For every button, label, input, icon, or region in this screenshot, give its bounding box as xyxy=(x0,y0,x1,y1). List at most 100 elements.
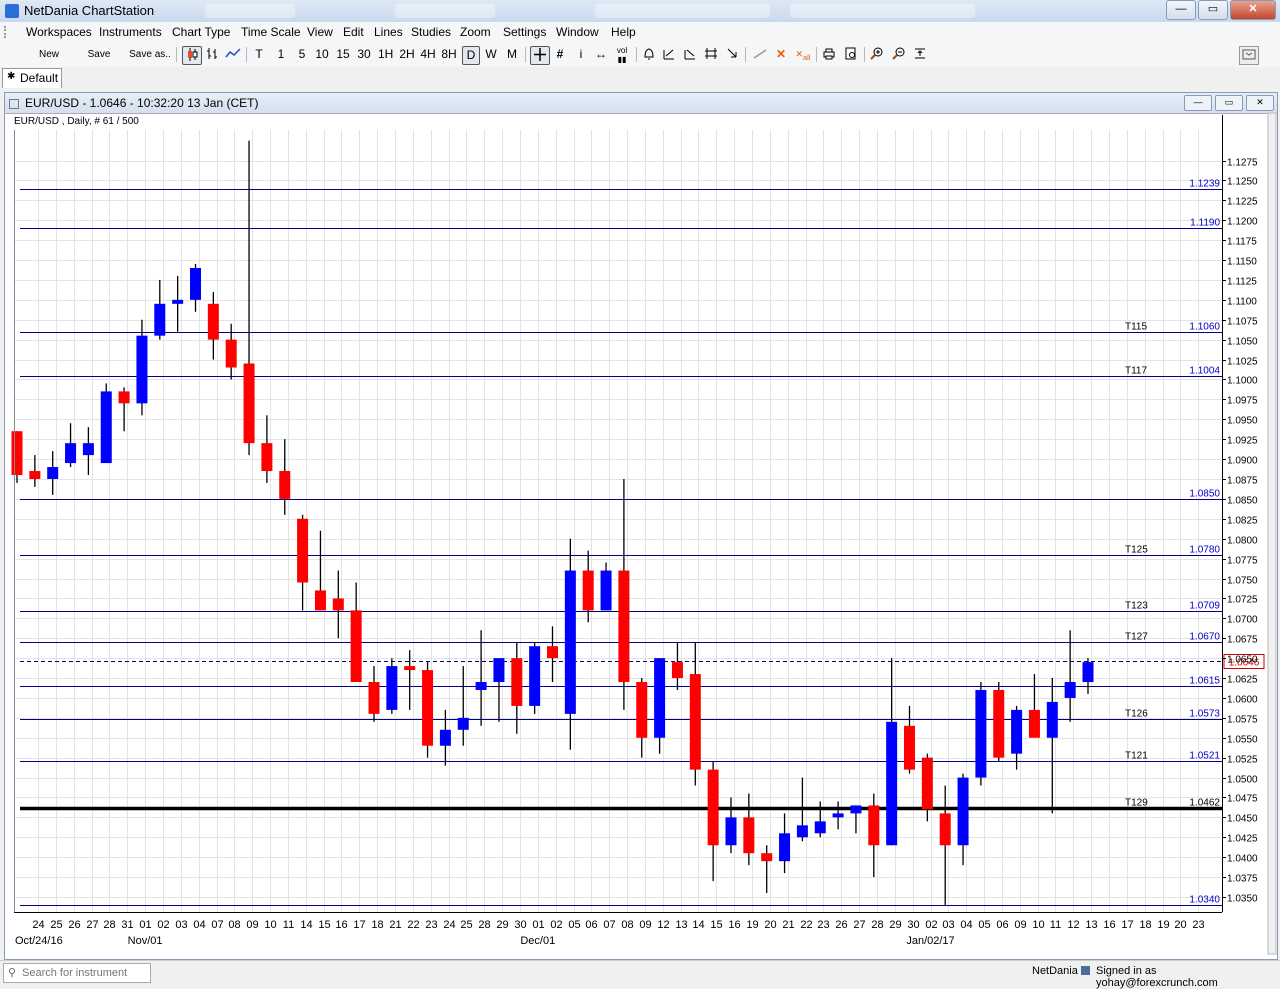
candle-body xyxy=(368,682,380,714)
candle-body xyxy=(29,471,41,479)
x-tick-label: 02 xyxy=(157,919,169,931)
x-tick-label: 26 xyxy=(835,919,847,931)
x-tick-label: 01 xyxy=(532,919,544,931)
y-tick-label: 1.1200 xyxy=(1227,217,1258,228)
y-tick-label: 1.0975 xyxy=(1227,396,1258,407)
y-tick-label: 1.1125 xyxy=(1227,277,1257,288)
level-label: 1.0709 xyxy=(1189,601,1220,612)
x-tick-label: 24 xyxy=(32,919,44,931)
level-tag: T115 xyxy=(1125,322,1147,333)
candle-body xyxy=(1046,701,1058,738)
x-tick-label: 02 xyxy=(550,919,562,931)
x-tick-label: 04 xyxy=(193,919,205,931)
level-tag: T121 xyxy=(1125,751,1148,762)
x-tick-label: 23 xyxy=(1192,919,1204,931)
candle-body xyxy=(707,769,719,846)
candle-body xyxy=(207,303,219,340)
candle-body xyxy=(154,303,166,336)
y-tick-label: 1.0650 xyxy=(1227,655,1258,666)
candle-body xyxy=(671,662,683,679)
instrument-search[interactable]: ⚲ xyxy=(3,963,151,983)
x-tick-label: 23 xyxy=(817,919,829,931)
level-tag: T126 xyxy=(1125,709,1148,720)
x-tick-label: 13 xyxy=(675,919,687,931)
candle-body xyxy=(993,689,1005,758)
x-tick-label: 22 xyxy=(800,919,812,931)
x-tick-label: 07 xyxy=(211,919,223,931)
y-tick-label: 1.0575 xyxy=(1227,715,1258,726)
y-tick-label: 1.0350 xyxy=(1227,894,1258,905)
x-tick-label: 22 xyxy=(407,919,419,931)
candle-body xyxy=(654,658,666,738)
x-tick-label: 25 xyxy=(50,919,62,931)
y-tick-label: 1.0900 xyxy=(1227,456,1258,467)
candlestick-chart[interactable]: 1.1239 1.1190 1.1060 T115 1.1004 T117 1.0850 1.… xyxy=(0,0,1280,960)
x-tick-label: 16 xyxy=(335,919,347,931)
level-label: 1.0521 xyxy=(1189,751,1220,762)
x-tick-label: 09 xyxy=(1014,919,1026,931)
x-month-label: Nov/01 xyxy=(128,935,163,947)
x-tick-label: 15 xyxy=(318,919,330,931)
level-label: 1.0850 xyxy=(1189,489,1220,500)
candle-body xyxy=(689,674,701,770)
y-tick-label: 1.0725 xyxy=(1227,595,1258,606)
candle-body xyxy=(47,467,59,479)
candle-body xyxy=(1064,682,1076,698)
candle-body xyxy=(796,825,808,838)
level-label: 1.0573 xyxy=(1189,709,1220,720)
x-tick-label: 30 xyxy=(907,919,919,931)
candle-body xyxy=(350,610,362,683)
candle-body xyxy=(118,391,130,404)
candle-body xyxy=(332,598,344,611)
x-tick-label: 02 xyxy=(925,919,937,931)
x-tick-label: 11 xyxy=(1050,919,1061,931)
x-tick-label: 15 xyxy=(710,919,722,931)
candle-body xyxy=(957,777,969,846)
candle-body xyxy=(404,666,416,671)
x-tick-label: 01 xyxy=(139,919,151,931)
candle-body xyxy=(475,682,487,690)
y-tick-label: 1.0875 xyxy=(1227,476,1258,487)
candle-body xyxy=(904,725,915,770)
level-label: 1.1239 xyxy=(1189,179,1220,190)
x-tick-label: 24 xyxy=(443,919,455,931)
y-tick-label: 1.0475 xyxy=(1227,794,1258,805)
candle-body xyxy=(511,658,523,706)
level-label: 1.0340 xyxy=(1189,895,1220,906)
vertical-scrollbar xyxy=(1267,112,1277,955)
x-tick-label: 23 xyxy=(425,919,437,931)
x-month-label: Dec/01 xyxy=(520,935,555,947)
y-tick-label: 1.0950 xyxy=(1227,416,1258,427)
x-tick-label: 20 xyxy=(1174,919,1186,931)
x-tick-label: 27 xyxy=(86,919,98,931)
y-tick-label: 1.0400 xyxy=(1227,854,1258,865)
x-tick-label: 12 xyxy=(657,919,669,931)
level-tag: T117 xyxy=(1125,366,1147,377)
level-label: 1.0670 xyxy=(1189,632,1220,643)
candle-body xyxy=(439,729,451,746)
x-tick-label: 19 xyxy=(746,919,758,931)
y-tick-label: 1.0750 xyxy=(1227,576,1258,587)
y-tick-label: 1.1225 xyxy=(1227,197,1258,208)
x-tick-label: 31 xyxy=(121,919,133,931)
candle-body xyxy=(190,267,201,300)
x-tick-label: 14 xyxy=(692,919,704,931)
x-tick-label: 25 xyxy=(460,919,472,931)
candle-body xyxy=(618,570,630,683)
candle-body xyxy=(939,813,951,846)
y-tick-label: 1.0775 xyxy=(1227,556,1258,567)
level-label: 1.1190 xyxy=(1190,218,1220,229)
search-input[interactable] xyxy=(20,965,150,981)
candle-body xyxy=(225,339,237,368)
candle-body xyxy=(65,443,77,464)
y-tick-label: 1.0825 xyxy=(1227,516,1258,527)
x-tick-label: 09 xyxy=(246,919,258,931)
candle-body xyxy=(82,443,94,456)
x-tick-label: 29 xyxy=(496,919,508,931)
level-label: 1.1060 xyxy=(1189,322,1220,333)
x-tick-label: 14 xyxy=(300,919,312,931)
candle-body xyxy=(832,813,844,818)
y-tick-label: 1.0675 xyxy=(1227,635,1258,646)
candle-body xyxy=(11,431,23,476)
candle-body xyxy=(921,757,933,810)
